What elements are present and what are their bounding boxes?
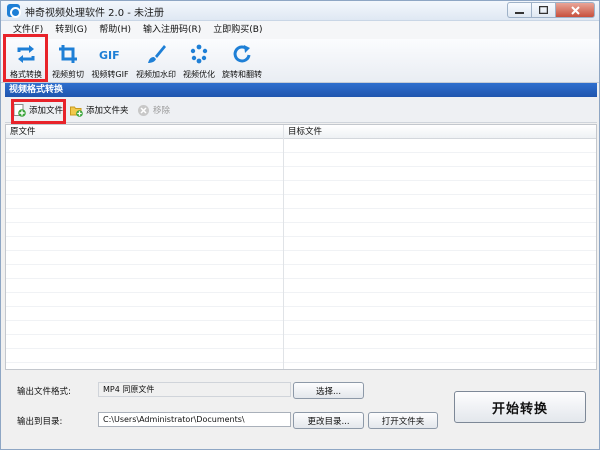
output-format-field: MP4 同原文件 [98,382,291,397]
minimize-button[interactable] [507,2,531,18]
output-dir-field[interactable]: C:\Users\Administrator\Documents\ [98,412,291,427]
tool-video-cut[interactable]: 视频剪切 [48,39,88,83]
maximize-button[interactable] [531,2,555,18]
gif-icon: GIF [98,42,122,66]
add-file-icon [13,103,26,117]
remove-button[interactable]: 移除 [137,102,170,118]
tool-label: 视频加水印 [136,70,176,79]
menu-help[interactable]: 帮助(H) [93,21,137,39]
tool-format-convert[interactable]: 格式转换 [7,39,45,83]
add-file-button[interactable]: 添加文件 [13,102,63,118]
change-dir-button[interactable]: 更改目录... [293,412,364,429]
crop-icon [56,42,80,66]
open-folder-button[interactable]: 打开文件夹 [368,412,438,429]
section-title: 视频格式转换 [5,83,597,97]
format-convert-icon [14,42,38,66]
minimize-icon [515,12,524,14]
close-button[interactable] [555,2,595,18]
column-divider[interactable] [283,125,284,369]
tool-label: 视频剪切 [52,70,84,79]
output-format-label: 输出文件格式: [17,387,71,397]
remove-icon [137,104,150,117]
add-folder-icon [70,104,83,117]
tool-watermark[interactable]: 视频加水印 [132,39,180,83]
output-dir-label: 输出到目录: [17,417,63,427]
maximize-icon [539,6,548,14]
file-actions-bar: 添加文件 添加文件夹 移除 [5,97,597,123]
app-logo-icon [7,4,21,18]
tool-rotate-flip[interactable]: 旋转和翻转 [219,39,265,83]
remove-label: 移除 [153,106,171,116]
menu-register[interactable]: 输入注册码(R) [137,21,207,39]
close-icon [570,5,580,15]
select-format-button[interactable]: 选择... [293,382,364,399]
table-header: 原文件 目标文件 [6,125,596,139]
main-toolbar: 格式转换 视频剪切 GIF 视频转GIF 视频加水印 视频优化 旋转和翻转 [1,39,599,83]
tool-optimize[interactable]: 视频优化 [181,39,217,83]
tool-video-to-gif[interactable]: GIF 视频转GIF [89,39,131,83]
column-header-source[interactable]: 原文件 [6,125,36,139]
tool-label: 视频转GIF [91,70,129,79]
menu-bar: 文件(F) 转到(G) 帮助(H) 输入注册码(R) 立即购买(B) [1,21,599,39]
table-body [6,139,596,369]
add-folder-label: 添加文件夹 [86,106,129,116]
optimize-icon [187,42,211,66]
rotate-icon [230,42,254,66]
brush-icon [144,42,168,66]
output-settings-panel: 输出文件格式: MP4 同原文件 选择... 输出到目录: C:\Users\A… [5,373,597,447]
column-header-target[interactable]: 目标文件 [284,125,322,139]
add-folder-button[interactable]: 添加文件夹 [70,102,129,118]
menu-buy[interactable]: 立即购买(B) [207,21,268,39]
tool-label: 旋转和翻转 [222,70,262,79]
start-convert-button[interactable]: 开始转换 [454,391,586,423]
tool-label: 格式转换 [10,70,42,79]
title-bar: 神奇视频处理软件 2.0 - 未注册 [1,1,599,21]
svg-text:GIF: GIF [99,49,120,62]
menu-file[interactable]: 文件(F) [7,21,49,39]
file-list-table[interactable]: 原文件 目标文件 [5,124,597,370]
tool-label: 视频优化 [183,70,215,79]
menu-goto[interactable]: 转到(G) [49,21,93,39]
add-file-label: 添加文件 [29,106,64,116]
window-controls [507,2,595,18]
window-title: 神奇视频处理软件 2.0 - 未注册 [25,8,165,19]
app-window: 神奇视频处理软件 2.0 - 未注册 文件(F) 转到(G) 帮助(H) 输入注… [0,0,600,450]
